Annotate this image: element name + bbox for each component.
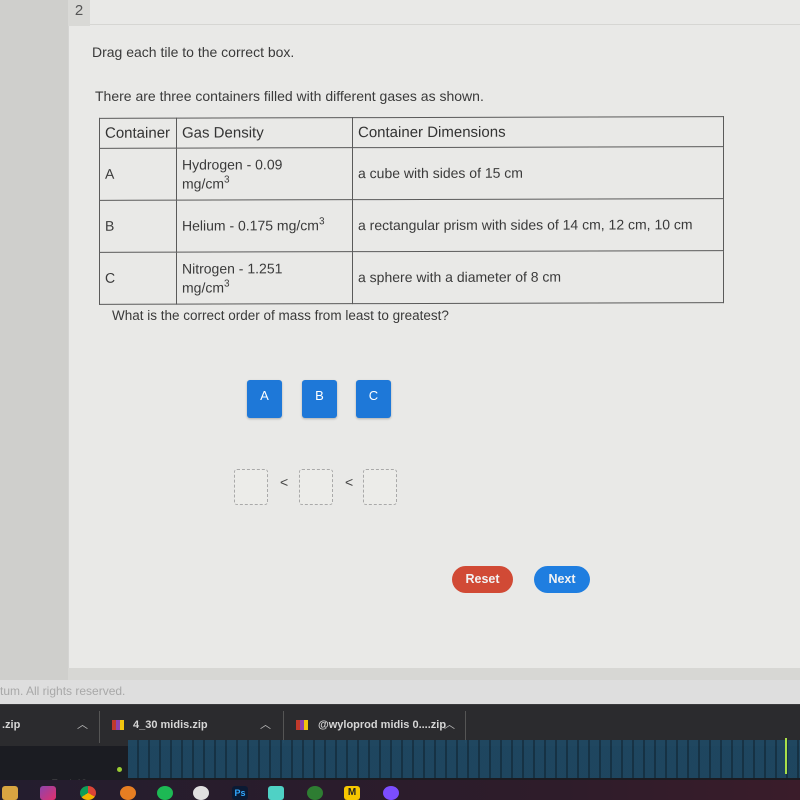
drop-box-2[interactable]	[299, 469, 333, 505]
photoshop-icon[interactable]: Ps	[232, 786, 248, 800]
chevron-up-icon[interactable]: ︿	[77, 705, 88, 745]
app-purple-icon[interactable]	[383, 786, 399, 800]
table-row: C Nitrogen - 1.251 mg/cm3 a sphere with a…	[99, 250, 724, 305]
question-number: 2	[68, 0, 90, 26]
gas-unit: mg/cm	[182, 278, 224, 296]
zip-file-icon	[296, 720, 308, 730]
zip-file-icon	[112, 720, 124, 730]
table-row: A Hydrogen - 0.09 mg/cm3 a cube with side…	[99, 146, 724, 201]
divider	[465, 711, 466, 743]
screen: 2 Drag each tile to the correct box. The…	[0, 0, 800, 800]
header-container: Container	[99, 118, 177, 149]
instruction-text: Drag each tile to the correct box.	[92, 44, 295, 60]
file-explorer-icon[interactable]	[2, 786, 18, 800]
cell-container: B	[99, 200, 177, 253]
next-button[interactable]: Next	[534, 566, 590, 593]
divider	[283, 711, 284, 743]
miro-icon[interactable]: M	[344, 786, 360, 800]
cell-gas: Nitrogen - 1.251 mg/cm3	[176, 251, 353, 305]
cell-dimensions: a rectangular prism with sides of 14 cm,…	[352, 198, 724, 252]
daw-pattern-grid	[128, 740, 800, 778]
cell-dimensions: a sphere with a diameter of 8 cm	[352, 250, 724, 304]
reset-button[interactable]: Reset	[452, 566, 513, 593]
tile-c[interactable]: C	[356, 380, 391, 418]
instagram-icon[interactable]	[40, 786, 56, 800]
download-name: @wyloprod midis 0....zip	[318, 719, 447, 731]
divider	[99, 711, 100, 743]
gas-name: Hydrogen - 0.09	[182, 155, 283, 173]
less-than-sign: <	[345, 474, 354, 490]
table-header-row: Container Gas Density Container Dimensio…	[99, 116, 724, 149]
header-dimensions: Container Dimensions	[352, 116, 724, 148]
download-name: 4_30 midis.zip	[133, 719, 208, 731]
gas-unit: mg/cm	[182, 174, 224, 192]
cell-container: A	[99, 148, 177, 201]
cell-gas: Helium - 0.175 mg/cm3	[176, 199, 353, 253]
tile-a[interactable]: A	[247, 380, 282, 418]
unit-exponent: 3	[224, 173, 230, 185]
chevron-up-icon[interactable]: ︿	[444, 705, 455, 745]
app-teal-icon[interactable]	[268, 786, 284, 800]
cell-dimensions: a cube with sides of 15 cm	[352, 146, 724, 200]
unit-exponent: 3	[224, 277, 230, 289]
left-gutter	[0, 0, 68, 680]
cell-gas: Hydrogen - 0.09 mg/cm3	[176, 147, 353, 201]
gas-table: Container Gas Density Container Dimensio…	[99, 116, 724, 305]
fl-studio-icon[interactable]	[120, 786, 136, 800]
track-indicator-icon	[117, 767, 122, 772]
less-than-sign: <	[280, 474, 289, 490]
intro-text: There are three containers filled with d…	[95, 88, 484, 104]
drop-box-3[interactable]	[363, 469, 397, 505]
daw-playhead	[785, 738, 787, 774]
app-icon[interactable]	[193, 786, 209, 800]
tile-b[interactable]: B	[302, 380, 337, 418]
question-prompt: What is the correct order of mass from l…	[112, 308, 449, 323]
unit-exponent: 3	[318, 216, 325, 228]
table-row: B Helium - 0.175 mg/cm3 a rectangular pr…	[99, 198, 724, 253]
header-gas-density: Gas Density	[176, 117, 353, 149]
cell-container: C	[99, 252, 177, 305]
copyright-text: tum. All rights reserved.	[0, 684, 126, 698]
gas-name: Helium - 0.175 mg/cm	[182, 217, 319, 234]
gas-name: Nitrogen - 1.251	[182, 259, 283, 277]
divider	[90, 24, 800, 25]
xbox-icon[interactable]	[307, 786, 323, 800]
spotify-icon[interactable]	[157, 786, 173, 800]
download-item[interactable]: .zip	[2, 705, 20, 747]
chevron-up-icon[interactable]: ︿	[260, 705, 271, 745]
chrome-icon[interactable]	[80, 786, 96, 800]
drop-box-1[interactable]	[234, 469, 268, 505]
download-name: .zip	[2, 719, 21, 731]
